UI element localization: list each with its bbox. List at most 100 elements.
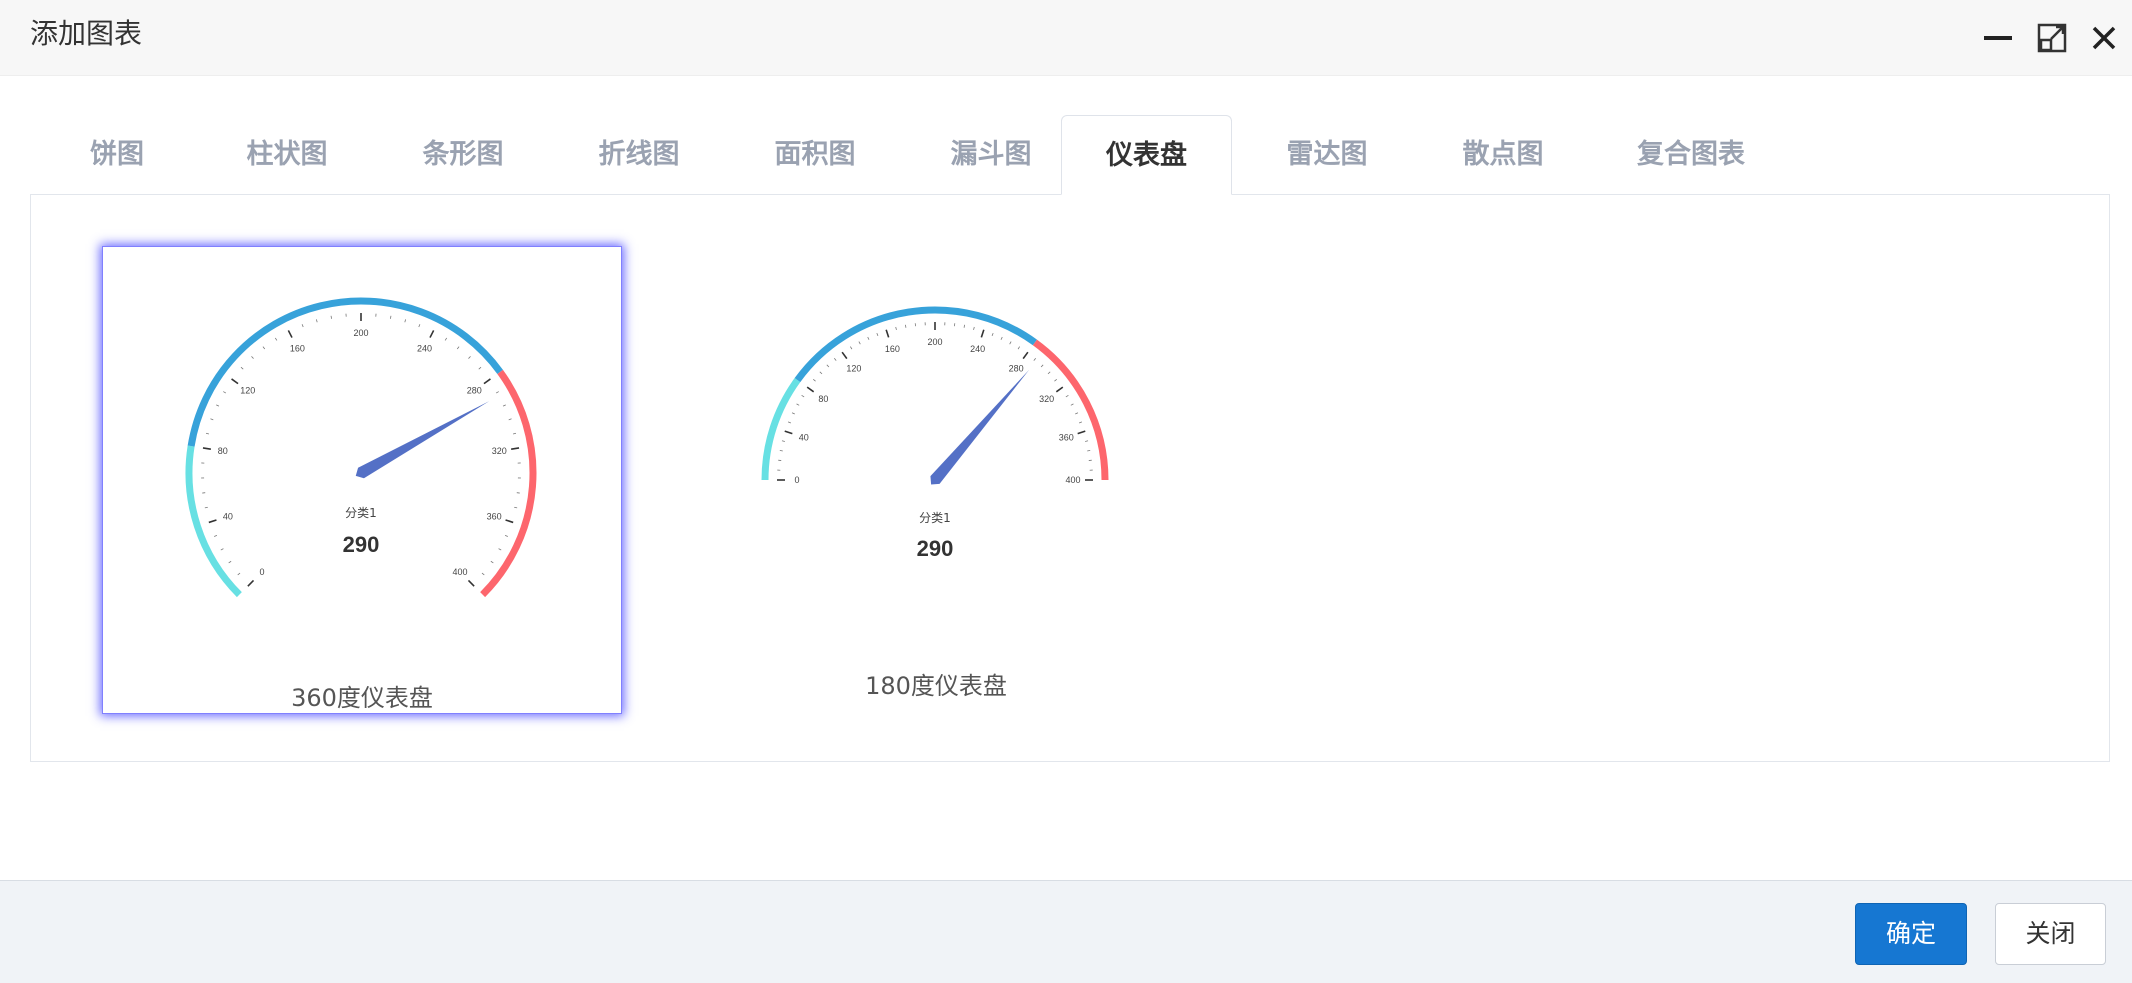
chart-options-panel: 0 40 80 120 160 200 240 280 320 360 400 分类1 290 360度… [30, 194, 2110, 762]
gauge-tick-label: 240 [417, 343, 432, 353]
tab-pie[interactable]: 饼图 [52, 115, 182, 195]
gauge-minor-tick [797, 404, 800, 405]
chart-type-tabs: 饼图 柱状图 条形图 折线图 面积图 漏斗图 仪表盘 雷达图 散点图 复合图表 [30, 115, 2110, 195]
gauge-minor-tick [210, 419, 213, 420]
gauge-minor-tick [445, 338, 447, 341]
gauge-major-tick [1023, 352, 1028, 358]
gauge-tick-label: 280 [467, 386, 482, 396]
gauge-tick-label: 200 [927, 337, 942, 347]
dialog-footer: 确定 关闭 [0, 880, 2132, 983]
gauge-category-label: 分类1 [919, 511, 951, 525]
gauge-minor-tick [241, 367, 243, 369]
gauge-major-tick [1078, 431, 1086, 433]
gauge-minor-tick [457, 347, 459, 349]
gauge-major-tick [209, 520, 217, 522]
gauge-minor-tick [834, 358, 836, 360]
gauge-minor-tick [1048, 372, 1050, 374]
gauge-tick-label: 0 [259, 567, 264, 577]
gauge-minor-tick [1001, 337, 1002, 340]
gauge-tick-label: 400 [1065, 475, 1080, 485]
gauge-value-label: 290 [917, 536, 954, 561]
gauge-minor-tick [223, 392, 226, 394]
gauge-tick-label: 160 [290, 343, 305, 353]
minimize-icon[interactable] [1978, 18, 2018, 58]
gauge-minor-tick [499, 549, 502, 550]
gauge-minor-tick [238, 573, 240, 575]
gauge-360-chart: 0 40 80 120 160 200 240 280 320 360 400 分类1 290 [103, 247, 621, 647]
gauge-minor-tick [206, 433, 209, 434]
gauge-tick-label: 360 [487, 511, 502, 521]
confirm-button[interactable]: 确定 [1855, 903, 1967, 965]
tab-area[interactable]: 面积图 [740, 115, 890, 195]
gauge-minor-tick [275, 338, 277, 341]
gauge-major-tick [1056, 387, 1062, 392]
gauge-band [483, 372, 533, 595]
gauge-tick-label: 120 [846, 363, 861, 373]
gauge-major-tick [981, 330, 983, 338]
gauge-minor-tick [503, 405, 506, 406]
gauge-minor-tick [782, 441, 785, 442]
gauge-360-label: 360度仪表盘 [103, 678, 621, 713]
gauge-major-tick [232, 379, 238, 384]
tab-line[interactable]: 折线图 [564, 115, 714, 195]
gauge-minor-tick [1075, 413, 1078, 414]
gauge-major-tick [468, 580, 474, 586]
gauge-minor-tick [514, 507, 517, 508]
gauge-band [765, 380, 797, 480]
tab-combo[interactable]: 复合图表 [1596, 115, 1786, 195]
dialog-titlebar: 添加图表 [0, 0, 2132, 76]
gauge-minor-tick [877, 333, 878, 336]
gauge-major-tick [807, 387, 813, 392]
gauge-180-chart: 04080120160200240280320360400分类1290 [676, 246, 1196, 646]
gauge-tick-label: 400 [452, 567, 467, 577]
gauge-pointer [356, 401, 489, 478]
gauge-major-tick [886, 330, 888, 338]
gauge-minor-tick [780, 450, 783, 451]
tab-radar[interactable]: 雷达图 [1252, 115, 1402, 195]
gauge-minor-tick [859, 342, 860, 345]
gauge-minor-tick [390, 316, 391, 319]
gauge-tick-label: 160 [885, 344, 900, 354]
tab-funnel[interactable]: 漏斗图 [916, 115, 1066, 195]
gauge-tick-label: 200 [353, 328, 368, 338]
gauge-minor-tick [205, 507, 208, 508]
gauge-minor-tick [792, 413, 795, 414]
tab-column[interactable]: 柱状图 [212, 115, 362, 195]
gauge-tick-label: 120 [240, 386, 255, 396]
close-icon[interactable] [2084, 18, 2124, 58]
gauge-tick-label: 280 [1009, 363, 1024, 373]
gauge-tick-label: 240 [970, 344, 985, 354]
gauge-value-label: 290 [343, 532, 380, 557]
gauge-minor-tick [1054, 379, 1056, 381]
close-button[interactable]: 关闭 [1995, 903, 2106, 965]
gauge-minor-tick [1010, 342, 1011, 345]
gauge-minor-tick [316, 319, 317, 322]
gauge-tick-label: 40 [223, 511, 233, 521]
gauge-minor-tick [905, 325, 906, 328]
gauge-minor-tick [216, 405, 219, 406]
gauge-minor-tick [302, 324, 303, 327]
gauge-minor-tick [964, 325, 965, 328]
gauge-minor-tick [1085, 441, 1088, 442]
gauge-tick-label: 320 [492, 446, 507, 456]
maximize-icon[interactable] [2032, 18, 2072, 58]
tab-bar[interactable]: 条形图 [388, 115, 538, 195]
gauge-category-label: 分类1 [345, 506, 377, 520]
gauge-major-tick [785, 431, 793, 433]
gauge-minor-tick [251, 356, 253, 358]
gauge-minor-tick [1066, 395, 1069, 397]
gauge-180-card[interactable]: 04080120160200240280320360400分类1290 180度… [676, 246, 1196, 714]
tab-gauge[interactable]: 仪表盘 [1061, 115, 1232, 195]
gauge-major-tick [842, 352, 847, 358]
gauge-360-card[interactable]: 0 40 80 120 160 200 240 280 320 360 400 分类1 290 360度… [102, 246, 622, 714]
gauge-tick-label: 320 [1039, 394, 1054, 404]
gauge-minor-tick [482, 573, 484, 575]
gauge-tick-label: 80 [218, 446, 228, 456]
gauge-major-tick [203, 448, 211, 449]
gauge-band [1035, 342, 1105, 480]
tab-scatter[interactable]: 散点图 [1428, 115, 1578, 195]
gauge-minor-tick [479, 367, 481, 369]
gauge-tick-label: 80 [818, 394, 828, 404]
gauge-minor-tick [868, 337, 869, 340]
gauge-minor-tick [405, 319, 406, 322]
